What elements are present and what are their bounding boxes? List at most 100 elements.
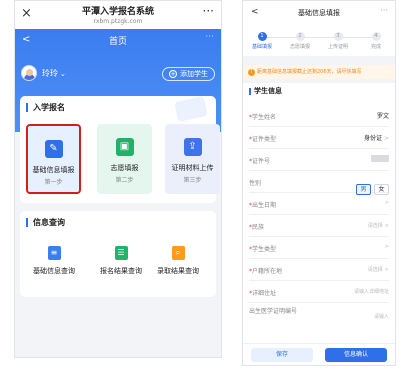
field-id-type[interactable]: *证件类型 身份证 > — [249, 127, 389, 149]
confirm-info-button[interactable]: 信息确认 — [325, 348, 387, 362]
chevron-down-icon: ⌄ — [60, 70, 66, 78]
step-number: 4 — [371, 32, 381, 41]
step-upload: 3 上传证明 — [323, 32, 353, 50]
field-household-location[interactable]: *户籍所在地 请选择 > — [249, 259, 389, 281]
notice-text: 距离基础信息填报截止还剩206天，请尽快填写 — [257, 69, 362, 75]
step-label: 志愿填报 — [289, 44, 310, 50]
field-label: *户籍所在地 — [249, 268, 283, 275]
form-actions: 保存 信息确认 — [243, 343, 395, 365]
field-label: *学生类型 — [249, 246, 277, 253]
edit-doc-icon: ✎ — [44, 140, 63, 158]
field-gender: 性别 男女 — [249, 171, 389, 195]
tile-preferences[interactable]: ▣ 志愿填报 第二步 — [97, 124, 152, 194]
field-label: 出生医学证明编号 — [249, 308, 298, 315]
field-chevron: > — [383, 200, 389, 206]
query-registration-result[interactable]: ☰ 报名结果查询 — [100, 246, 142, 276]
tile-upload-proof[interactable]: ⇪ 证明材料上传 第三步 — [165, 124, 220, 194]
redacted-value — [371, 155, 389, 162]
section-title: 入学报名 — [26, 103, 65, 112]
field-id-number[interactable]: *证件号 — [249, 149, 389, 171]
step-number: 2 — [295, 32, 305, 41]
list-icon: ☰ — [114, 246, 128, 260]
tile-step: 第一步 — [44, 179, 63, 186]
field-label: *详细住址 — [249, 290, 277, 297]
student-info-form: 学生信息 *学生姓名 罗文 *证件类型 身份证 > *证件号 性别 男女 *出生日… — [243, 83, 395, 345]
field-address[interactable]: *详细住址 请输入详细地址 — [249, 281, 389, 303]
user-name: 玲玲 — [42, 69, 58, 78]
field-label: 性别 — [249, 180, 262, 187]
section-title: 学生信息 — [249, 88, 282, 95]
step-number: 3 — [333, 32, 343, 41]
field-label: *证件号 — [249, 158, 271, 165]
step-label: 上传证明 — [327, 44, 348, 50]
stepper-line — [263, 37, 375, 38]
field-placeholder: 请选择 > — [367, 267, 389, 273]
decorative-illustration — [174, 96, 208, 122]
field-placeholder: 请选择 > — [367, 223, 389, 229]
more-menu-icon[interactable]: ··· — [380, 6, 388, 15]
field-placeholder: 请输入详细地址 — [353, 289, 389, 295]
chevron-right-icon: > — [384, 223, 389, 229]
query-card: 信息查询 ≡ 基础信息查询 ☰ 报名结果查询 ⌕ 录取结果查询 — [20, 211, 216, 297]
field-label: *民族 — [249, 224, 265, 231]
field-birth-date[interactable]: *出生日期 > — [249, 193, 389, 215]
doc-query-icon: ≡ — [47, 246, 61, 260]
field-birth-certificate[interactable]: 出生医学证明编号 请输入 — [249, 303, 389, 333]
chevron-right-icon: > — [383, 135, 389, 142]
step-done: 4 完成 — [361, 32, 391, 50]
deadline-notice: ! 距离基础信息填报截止还剩206天，请尽快填写 — [243, 65, 395, 79]
user-switcher[interactable]: 玲玲 ⌄ — [42, 68, 66, 79]
browser-title: 平潭入学报名系统 — [81, 7, 154, 17]
page-title: 基础信息填报 — [298, 9, 340, 17]
step-number: 1 — [257, 32, 267, 41]
close-icon[interactable]: × — [21, 6, 32, 21]
query-admission-result[interactable]: ⌕ 录取结果查询 — [157, 246, 199, 276]
warning-icon: ! — [248, 69, 255, 76]
field-student-type[interactable]: *学生类型 > — [249, 237, 389, 259]
field-value: 身份证 > — [363, 135, 389, 142]
chevron-right-icon: > — [384, 200, 389, 206]
home-screen: × 平潭入学报名系统 rxbm.ptzgk.com ··· < 首页 ··· 玲… — [14, 0, 222, 358]
query-basic-info[interactable]: ≡ 基础信息查询 — [33, 246, 75, 276]
step-preferences: 2 志愿填报 — [285, 32, 315, 50]
header-more-icon[interactable]: ··· — [205, 32, 214, 42]
folder-icon: ▣ — [115, 138, 134, 156]
basic-info-screen: < 基础信息填报 ··· 1 基础填报 2 志愿填报 3 上传证明 4 完成 !… — [242, 0, 396, 366]
step-label: 完成 — [370, 44, 381, 50]
upload-icon: ⇪ — [183, 138, 202, 156]
query-label: 基础信息查询 — [33, 267, 75, 275]
tile-label: 志愿填报 — [110, 164, 139, 172]
field-placeholder: 请输入 — [373, 314, 389, 320]
plus-icon: + — [169, 70, 177, 78]
add-student-label: 添加学生 — [180, 70, 208, 78]
step-basic: 1 基础填报 — [247, 32, 277, 50]
field-student-name[interactable]: *学生姓名 罗文 — [249, 105, 389, 127]
tile-label: 证明材料上传 — [171, 164, 214, 172]
step-label: 基础填报 — [251, 44, 272, 50]
browser-bar: × 平潭入学报名系统 rxbm.ptzgk.com ··· — [15, 1, 221, 29]
tile-label: 基础信息填报 — [32, 166, 75, 174]
query-label: 报名结果查询 — [100, 267, 142, 275]
field-label: *证件类型 — [249, 136, 277, 143]
tile-step: 第三步 — [183, 177, 202, 184]
search-icon: ⌕ — [171, 246, 185, 260]
form-header: < 基础信息填报 ··· 1 基础填报 2 志愿填报 3 上传证明 4 完成 — [243, 1, 395, 56]
field-label: *出生日期 — [249, 202, 277, 209]
page-title: 首页 — [108, 37, 127, 47]
add-student-button[interactable]: + 添加学生 — [162, 67, 215, 81]
avatar[interactable] — [21, 65, 37, 81]
tile-step: 第二步 — [115, 177, 134, 184]
query-label: 录取结果查询 — [157, 267, 199, 275]
more-menu-icon[interactable]: ··· — [203, 4, 214, 18]
chevron-right-icon: > — [384, 244, 389, 250]
tile-basic-info[interactable]: ✎ 基础信息填报 第一步 — [26, 124, 81, 194]
chevron-right-icon: > — [384, 267, 389, 273]
field-label: *学生姓名 — [249, 114, 277, 121]
section-title: 信息查询 — [26, 218, 65, 227]
field-ethnicity[interactable]: *民族 请选择 > — [249, 215, 389, 237]
field-chevron: > — [383, 244, 389, 250]
registration-card: 入学报名 ✎ 基础信息填报 第一步 ▣ 志愿填报 第二步 ⇪ 证明材料上传 第三… — [20, 96, 220, 203]
browser-url: rxbm.ptzgk.com — [93, 18, 143, 25]
field-value: 罗文 — [376, 113, 389, 120]
save-button[interactable]: 保存 — [251, 348, 313, 362]
